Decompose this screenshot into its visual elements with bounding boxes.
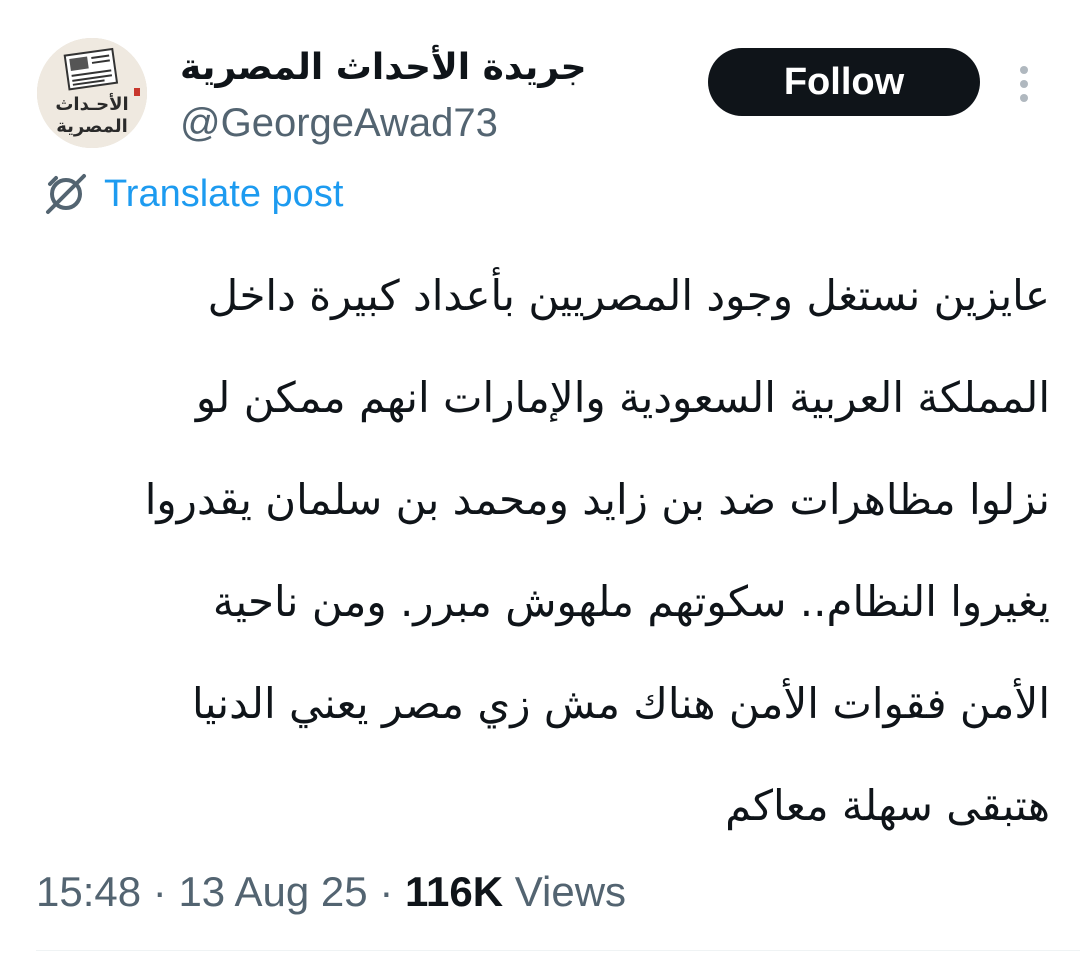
translate-post-label: Translate post: [104, 173, 344, 215]
avatar-logo-text-top: الأحـداث: [55, 93, 128, 115]
tweet-text-line: نزلوا مظاهرات ضد بن زايد ومحمد بن سلمان …: [144, 475, 1050, 524]
tweet-date[interactable]: 13 Aug 25: [178, 868, 367, 915]
tweet-text-line: هتبقى سهلة معاكم: [725, 781, 1050, 830]
author-handle[interactable]: @GeorgeAwad73: [180, 95, 498, 151]
tweet-text-line: المملكة العربية السعودية والإمارات انهم …: [195, 373, 1050, 422]
more-vertical-icon[interactable]: [1010, 62, 1038, 106]
translate-icon: [40, 168, 92, 220]
newspaper-logo-icon: الأحـداث المصرية: [37, 38, 147, 148]
tweet-text-line: الأمن فقوات الأمن هناك مش زي مصر يعني ال…: [191, 679, 1050, 728]
tweet-time[interactable]: 15:48: [36, 868, 141, 915]
tweet-text-line: عايزين نستغل وجود المصريين بأعداد كبيرة …: [207, 271, 1050, 320]
divider: [36, 950, 1080, 951]
tweet-text: عايزين نستغل وجود المصريين بأعداد كبيرة …: [30, 258, 1050, 870]
meta-separator: ·: [152, 868, 167, 915]
avatar[interactable]: الأحـداث المصرية: [37, 38, 147, 148]
tweet: الأحـداث المصرية جريدة الأحداث المصرية @…: [0, 0, 1080, 956]
author-display-name[interactable]: جريدة الأحداث المصرية: [180, 40, 610, 96]
meta-separator: ·: [379, 868, 394, 915]
translate-post-link[interactable]: Translate post: [40, 168, 343, 220]
views-label: Views: [514, 868, 627, 915]
avatar-logo-text-bottom: المصرية: [56, 116, 128, 137]
views-count[interactable]: 116K: [405, 868, 503, 915]
tweet-meta: 15:48 · 13 Aug 25 · 116K Views: [36, 862, 626, 922]
tweet-text-line: يغيروا النظام.. سكوتهم ملهوش مبرر. ومن ن…: [212, 577, 1050, 626]
follow-button[interactable]: Follow: [708, 48, 980, 116]
